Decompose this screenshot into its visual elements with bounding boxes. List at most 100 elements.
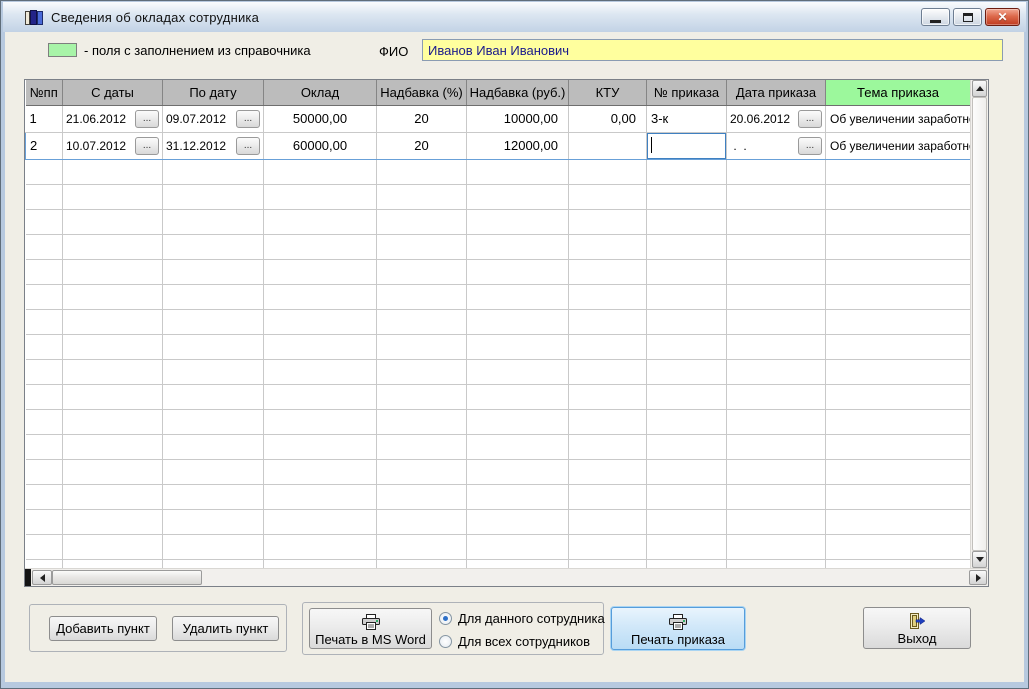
radio-current-employee[interactable]: Для данного сотрудника (439, 611, 605, 626)
column-header-order-no: № приказа (647, 80, 727, 105)
printer-icon (668, 614, 688, 630)
header-row: №пп С даты По дату Оклад Надбавка (%) На… (26, 80, 971, 105)
empty-cell (63, 509, 163, 534)
empty-cell (377, 409, 467, 434)
empty-cell (467, 434, 569, 459)
empty-cell (647, 309, 727, 334)
from-date-value: 21.06.2012 (66, 112, 126, 126)
cell-to-date[interactable]: 09.07.2012 ... (163, 105, 264, 132)
date-picker-button[interactable]: ... (798, 110, 822, 128)
cell-salary[interactable]: 50000,00 (264, 105, 377, 132)
salary-table: №пп С даты По дату Оклад Надбавка (%) На… (25, 80, 970, 568)
empty-cell (264, 534, 377, 559)
horizontal-scroll-thumb[interactable] (52, 570, 202, 585)
cell-order-subject[interactable]: Об увеличении заработной (826, 105, 971, 132)
empty-cell (826, 534, 971, 559)
empty-cell (63, 209, 163, 234)
exit-button[interactable]: Выход (863, 607, 971, 649)
cell-ktu[interactable] (569, 132, 647, 159)
empty-cell (26, 259, 63, 284)
empty-cell (467, 534, 569, 559)
cell-num[interactable]: 1 (26, 105, 63, 132)
empty-cell (264, 484, 377, 509)
empty-cell (647, 384, 727, 409)
cell-from-date[interactable]: 10.07.2012 ... (63, 132, 163, 159)
empty-cell (467, 334, 569, 359)
empty-cell (264, 409, 377, 434)
title-bar[interactable]: Сведения об окладах сотрудника ✕ (3, 2, 1026, 32)
radio-button-icon (439, 612, 452, 625)
print-ms-word-button[interactable]: Печать в MS Word (309, 608, 432, 649)
empty-table-row (26, 209, 971, 234)
date-picker-button[interactable]: ... (135, 110, 159, 128)
cell-order-no[interactable]: 3-к (647, 105, 727, 132)
date-picker-button[interactable]: ... (236, 137, 260, 155)
empty-cell (264, 559, 377, 568)
close-button[interactable]: ✕ (985, 8, 1020, 26)
fio-input[interactable] (422, 39, 1003, 61)
empty-cell (826, 559, 971, 568)
empty-cell (569, 534, 647, 559)
cell-to-date[interactable]: 31.12.2012 ... (163, 132, 264, 159)
empty-table-row (26, 259, 971, 284)
empty-cell (826, 434, 971, 459)
cell-bonus-pct[interactable]: 20 (377, 132, 467, 159)
cell-order-subject[interactable]: Об увеличении заработной (826, 132, 971, 159)
date-picker-button[interactable]: ... (798, 137, 822, 155)
empty-cell (63, 234, 163, 259)
empty-cell (63, 459, 163, 484)
add-item-button[interactable]: Добавить пункт (49, 616, 157, 641)
cell-bonus-pct[interactable]: 20 (377, 105, 467, 132)
empty-cell (264, 309, 377, 334)
empty-cell (569, 359, 647, 384)
column-header-to-date: По дату (163, 80, 264, 105)
empty-cell (826, 284, 971, 309)
empty-cell (63, 559, 163, 568)
cell-bonus-rub[interactable]: 12000,00 (467, 132, 569, 159)
empty-cell (63, 484, 163, 509)
empty-cell (163, 409, 264, 434)
print-order-label: Печать приказа (631, 632, 725, 647)
empty-cell (377, 484, 467, 509)
date-picker-button[interactable]: ... (236, 110, 260, 128)
cell-bonus-rub[interactable]: 10000,00 (467, 105, 569, 132)
cell-order-date[interactable]: 20.06.2012 ... (727, 105, 826, 132)
cell-from-date[interactable]: 21.06.2012 ... (63, 105, 163, 132)
vertical-scrollbar[interactable] (970, 80, 988, 568)
column-header-bonus-pct: Надбавка (%) (377, 80, 467, 105)
radio-all-employees[interactable]: Для всех сотрудников (439, 634, 590, 649)
scroll-down-button[interactable] (972, 551, 987, 568)
cell-salary[interactable]: 60000,00 (264, 132, 377, 159)
delete-item-button[interactable]: Удалить пункт (172, 616, 279, 641)
scroll-left-button[interactable] (32, 570, 52, 585)
minimize-icon (930, 20, 941, 23)
cell-ktu[interactable]: 0,00 (569, 105, 647, 132)
date-picker-button[interactable]: ... (135, 137, 159, 155)
empty-cell (727, 334, 826, 359)
empty-cell (569, 184, 647, 209)
empty-cell (569, 459, 647, 484)
maximize-button[interactable] (953, 8, 982, 26)
empty-cell (377, 159, 467, 184)
cell-num[interactable]: 2 (26, 132, 63, 159)
empty-cell (569, 284, 647, 309)
to-date-value: 31.12.2012 (166, 139, 226, 153)
cell-order-date[interactable]: . . ... (727, 132, 826, 159)
empty-cell (63, 434, 163, 459)
empty-cell (647, 284, 727, 309)
print-order-button[interactable]: Печать приказа (611, 607, 745, 650)
grid-corner-notch (25, 569, 31, 586)
scroll-right-button[interactable] (969, 570, 987, 585)
empty-cell (377, 559, 467, 568)
vertical-scroll-thumb[interactable] (972, 97, 987, 551)
scroll-up-button[interactable] (972, 80, 987, 97)
empty-cell (26, 484, 63, 509)
minimize-button[interactable] (921, 8, 950, 26)
cell-editor[interactable] (647, 133, 726, 159)
arrow-up-icon (976, 86, 984, 91)
horizontal-scrollbar[interactable] (25, 568, 988, 586)
empty-cell (647, 434, 727, 459)
client-area: - поля с заполнением из справочника ФИО … (5, 32, 1024, 682)
empty-cell (569, 409, 647, 434)
cell-order-no-editing[interactable] (647, 132, 727, 159)
